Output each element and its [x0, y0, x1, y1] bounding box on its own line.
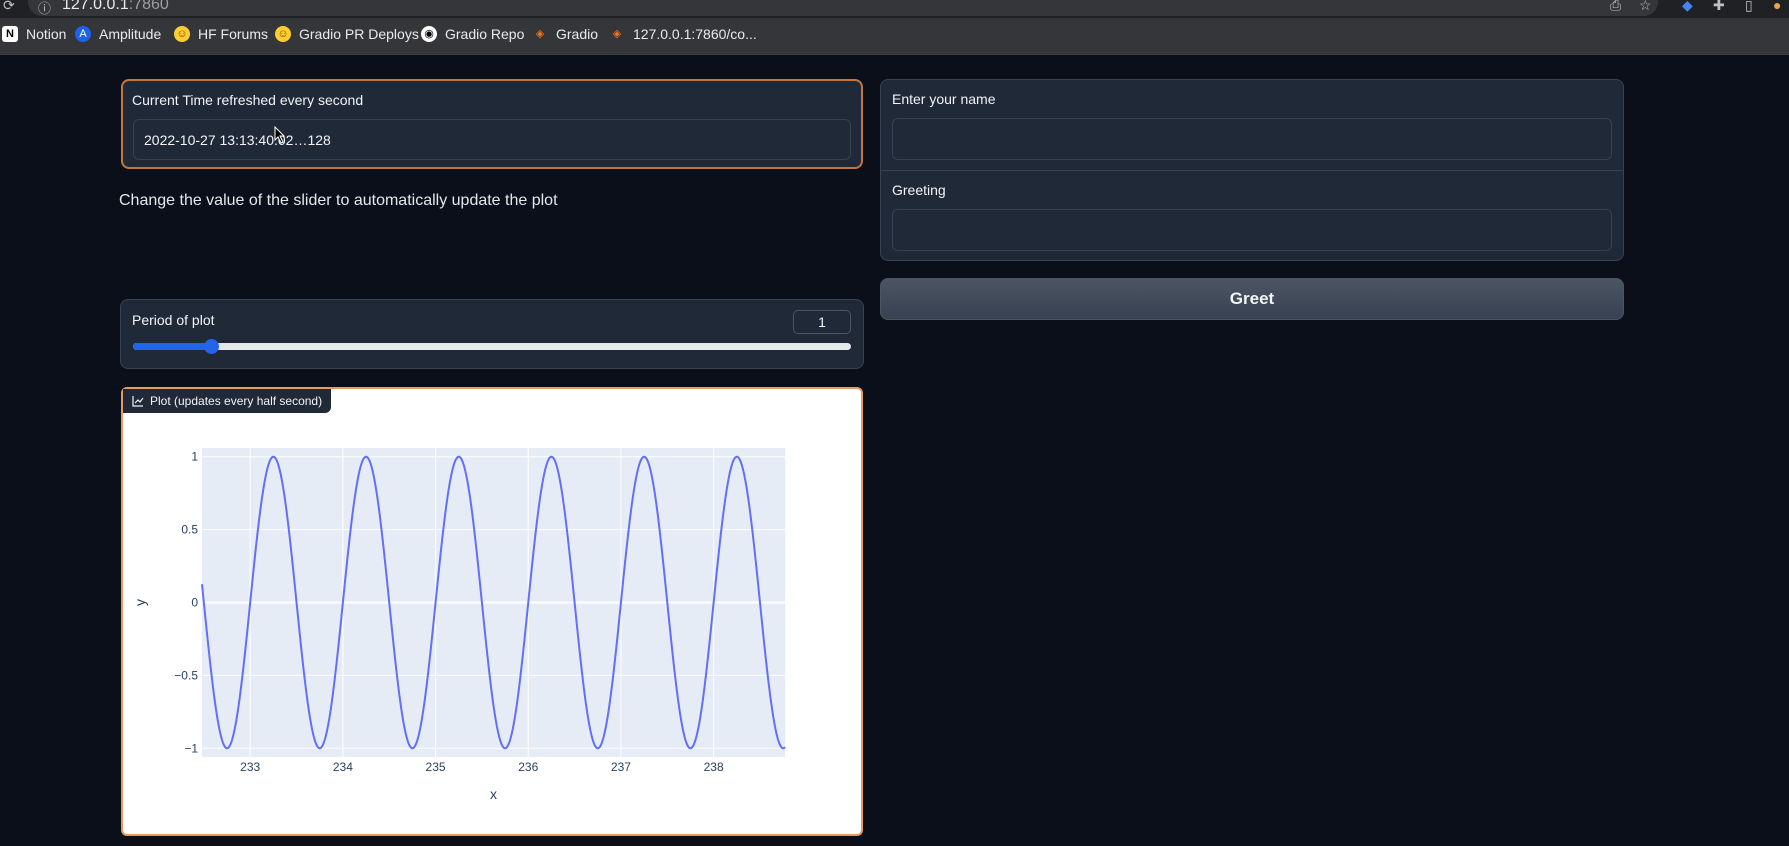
bookmark-star-icon[interactable]: ☆ — [1639, 0, 1652, 14]
line-chart[interactable]: 233 234 235 236 237 238 1 0.5 0 −0.5 −1 x y — [123, 389, 861, 834]
address-bar[interactable] — [28, 0, 1658, 16]
x-tick-label: 233 — [240, 760, 260, 774]
current-time-label: Current Time refreshed every second — [132, 92, 364, 108]
greeting-form-block: Enter your name Greeting — [880, 79, 1624, 261]
huggingface-icon: ☺ — [174, 26, 190, 42]
y-axis-label: y — [132, 599, 148, 606]
bookmark-label: Gradio — [556, 26, 599, 42]
greeting-output[interactable] — [892, 209, 1612, 251]
bookmark-label: Notion — [26, 26, 67, 42]
huggingface-icon: ☺ — [275, 26, 291, 42]
name-label: Enter your name — [892, 91, 996, 107]
greet-button[interactable]: Greet — [880, 278, 1624, 320]
bookmark-hf-forums[interactable]: ☺ HF Forums — [174, 26, 268, 42]
current-time-block: Current Time refreshed every second 2022… — [121, 79, 863, 169]
description-text: Change the value of the slider to automa… — [119, 192, 558, 209]
current-time-field[interactable]: 2022-10-27 13:13:40.02…128 — [133, 119, 851, 160]
x-axis-label: x — [490, 786, 497, 802]
slider-track[interactable] — [133, 343, 851, 350]
side-panel-icon[interactable]: ▯ — [1745, 0, 1753, 14]
gradio-icon: ◈ — [612, 28, 622, 40]
gradio-icon: ◈ — [535, 28, 545, 40]
x-tick-label: 234 — [333, 760, 353, 774]
bookmark-gradio[interactable]: ◈ Gradio — [532, 26, 598, 42]
url-text[interactable]: 127.0.0.1:7860 — [62, 0, 169, 14]
bookmark-label: Gradio PR Deploys — [299, 26, 419, 42]
profile-icon[interactable]: ● — [1773, 0, 1781, 13]
extensions-puzzle-icon[interactable]: ✚ — [1713, 0, 1725, 14]
bookmarks-bar: N Notion A Amplitude ☺ HF Forums ☺ Gradi… — [0, 18, 1789, 55]
slider-fill — [133, 343, 211, 350]
x-tick-label: 235 — [426, 760, 446, 774]
reload-icon[interactable]: ⟳ — [3, 0, 15, 14]
period-slider-block: Period of plot 1 — [120, 299, 864, 369]
y-tick-label: 0.5 — [181, 523, 198, 537]
y-tick-label: 1 — [191, 450, 198, 464]
x-tick-label: 236 — [518, 760, 538, 774]
bookmark-localhost[interactable]: ◈ 127.0.0.1:7860/co... — [609, 26, 757, 42]
bookmark-notion[interactable]: N Notion — [2, 26, 66, 42]
browser-toolbar: ⟳ ⓘ 127.0.0.1:7860 ⎙ ☆ ◆ ✚ ▯ ● — [0, 0, 1789, 18]
github-icon: ◉ — [421, 26, 437, 42]
bookmark-label: 127.0.0.1:7860/co... — [633, 26, 757, 42]
x-tick-label: 237 — [611, 760, 631, 774]
name-input[interactable] — [892, 118, 1612, 160]
bookmark-label: Amplitude — [99, 26, 162, 42]
x-tick-label: 238 — [704, 760, 724, 774]
slider-label: Period of plot — [132, 312, 215, 328]
bookmark-amplitude[interactable]: A Amplitude — [75, 26, 161, 42]
bookmark-gradio-repo[interactable]: ◉ Gradio Repo — [421, 26, 524, 42]
mouse-cursor-icon — [274, 126, 286, 144]
bookmark-gradio-pr-deploys[interactable]: ☺ Gradio PR Deploys — [275, 26, 419, 42]
site-info-icon[interactable]: ⓘ — [38, 0, 51, 17]
y-tick-label: 0 — [191, 596, 198, 610]
extension-icon[interactable]: ◆ — [1682, 0, 1693, 14]
share-icon[interactable]: ⎙ — [1610, 0, 1621, 14]
amplitude-icon: A — [75, 26, 91, 42]
greeting-label: Greeting — [892, 182, 946, 198]
y-tick-label: −0.5 — [174, 668, 198, 682]
bookmark-label: HF Forums — [198, 26, 268, 42]
y-tick-label: −1 — [184, 741, 198, 755]
slider-thumb[interactable] — [203, 339, 219, 354]
divider — [881, 170, 1623, 171]
notion-icon: N — [2, 26, 18, 42]
plot-panel: Plot (updates every half second) 233 234 2… — [121, 387, 863, 836]
slider-number-input[interactable]: 1 — [793, 310, 851, 334]
bookmark-label: Gradio Repo — [445, 26, 525, 42]
